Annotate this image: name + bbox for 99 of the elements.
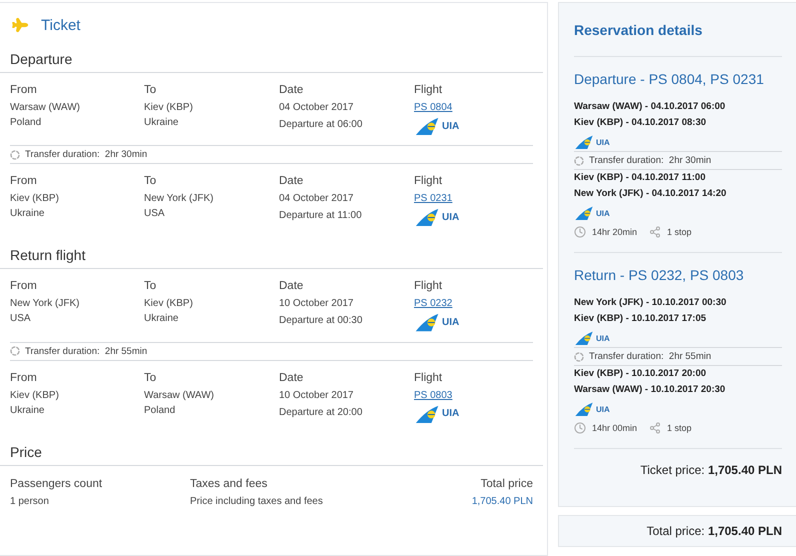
airline-name: UIA [596, 404, 610, 414]
date-text: 10 October 2017 [279, 388, 354, 403]
airline-name: UIA [596, 138, 610, 146]
route-text: Kiev (KBP) - 10.10.2017 20:00 [574, 367, 708, 381]
country-text: USA [10, 312, 31, 326]
column-label: Flight [414, 370, 442, 386]
airline-name: UIA [442, 120, 460, 132]
panel-title: Reservation details [574, 3, 782, 57]
tail-logo-icon [574, 331, 594, 345]
column-label: Flight [414, 174, 442, 190]
date-text: 10 October 2017 [279, 297, 354, 312]
trip-title: Return - PS 0232, PS 0803 [574, 266, 745, 285]
column-label: Date [279, 370, 304, 386]
city-text: Kiev (KBP) [10, 192, 59, 206]
departure-time-text: Departure at 00:30 [279, 314, 362, 328]
airline-name: UIA [442, 212, 460, 223]
departure-time-text: Departure at 06:00 [279, 118, 362, 132]
departure-time-text: Departure at 11:00 [279, 209, 362, 224]
column-label: To [144, 174, 156, 190]
country-text: Ukraine [10, 404, 44, 418]
airline-name: UIA [596, 334, 610, 342]
column-label: To [144, 279, 156, 294]
column-label: Flight [414, 279, 442, 294]
column-label: Taxes and fees [190, 476, 268, 492]
section-title: Return flight [0, 236, 543, 270]
country-text: Ukraine [144, 312, 178, 326]
transfer-icon [10, 346, 20, 356]
country-text: Ukraine [144, 116, 178, 130]
date-text: 04 October 2017 [279, 101, 354, 115]
stops-text: 1 stop [667, 227, 692, 237]
route-text: Warsaw (WAW) - 10.10.2017 20:30 [574, 383, 726, 397]
tail-logo-icon [574, 402, 594, 416]
column-label: Total price [480, 476, 533, 492]
share-icon [649, 226, 662, 238]
column-label: To [144, 370, 156, 386]
transfer-icon [574, 156, 584, 166]
column-label: Date [279, 279, 304, 294]
transfer-text: Transfer duration: 2hr 30min [589, 155, 712, 166]
airline-name: UIA [442, 316, 460, 328]
city-text: Warsaw (WAW) [10, 101, 80, 115]
route-text: Kiev (KBP) - 10.10.2017 17:05 [574, 312, 708, 326]
transfer-text: Transfer duration: 2hr 55min [25, 346, 148, 357]
duration-text: 14hr 20min [592, 227, 638, 237]
clock-icon [574, 226, 586, 238]
city-text: Kiev (KBP) [10, 388, 59, 403]
column-label: Date [279, 174, 304, 190]
country-text: USA [144, 207, 165, 222]
ticket-price-text: Ticket price: 1,705.40 PLN [639, 462, 782, 479]
tail-logo-icon [414, 313, 440, 332]
route-text: Warsaw (WAW) - 04.10.2017 06:00 [574, 100, 726, 114]
flight-link[interactable]: PS 0232 [414, 296, 452, 312]
column-label: From [10, 83, 37, 98]
city-text: New York (JFK) [10, 297, 80, 312]
route-text: Kiev (KBP) - 04.10.2017 08:30 [574, 116, 708, 130]
tail-logo-icon [414, 208, 440, 226]
flight-link[interactable]: PS 0803 [414, 388, 452, 403]
column-label: From [10, 174, 37, 190]
share-icon [649, 422, 662, 434]
departure-time-text: Departure at 20:00 [279, 406, 362, 420]
tail-logo-icon [414, 117, 440, 136]
trip-title: Departure - PS 0804, PS 0231 [574, 70, 765, 89]
tail-logo-icon [574, 135, 594, 149]
price-detail-text: 1 person [10, 494, 49, 509]
section-title: Departure [0, 40, 543, 73]
column-label: Passengers count [10, 476, 102, 492]
route-text: New York (JFK) - 10.10.2017 00:30 [574, 296, 728, 310]
airline-name: UIA [596, 208, 610, 218]
transfer-text: Transfer duration: 2hr 55min [589, 351, 712, 362]
country-text: Poland [144, 404, 176, 418]
tail-logo-icon [574, 206, 594, 220]
column-label: Flight [414, 83, 442, 98]
route-text: Kiev (KBP) - 04.10.2017 11:00 [574, 171, 706, 185]
flight-link[interactable]: PS 0804 [414, 100, 452, 115]
date-text: 04 October 2017 [279, 192, 354, 206]
transfer-icon [10, 150, 20, 160]
city-text: Kiev (KBP) [144, 101, 193, 115]
transfer-icon [574, 352, 584, 362]
country-text: Poland [10, 116, 42, 130]
duration-text: 14hr 00min [592, 423, 638, 433]
transfer-text: Transfer duration: 2hr 30min [25, 149, 148, 160]
column-label: From [10, 370, 37, 386]
flight-link[interactable]: PS 0231 [414, 191, 452, 206]
column-label: Date [279, 83, 304, 98]
tail-logo-icon [414, 404, 440, 423]
total-price-text: Total price: 1,705.40 PLN [558, 515, 796, 547]
clock-icon [574, 422, 586, 434]
price-detail-text: Price including taxes and fees [190, 494, 323, 509]
city-text: Warsaw (WAW) [144, 388, 214, 403]
total-price-value: 1,705.40 PLN [472, 494, 533, 509]
city-text: New York (JFK) [144, 192, 214, 206]
column-label: From [10, 279, 37, 294]
airline-name: UIA [442, 408, 460, 420]
city-text: Kiev (KBP) [144, 297, 193, 312]
page-title: Ticket [41, 16, 80, 34]
country-text: Ukraine [10, 207, 44, 222]
column-label: To [144, 83, 156, 98]
section-title: Price [0, 432, 543, 466]
stops-text: 1 stop [667, 423, 692, 433]
route-text: New York (JFK) - 04.10.2017 14:20 [574, 187, 728, 201]
